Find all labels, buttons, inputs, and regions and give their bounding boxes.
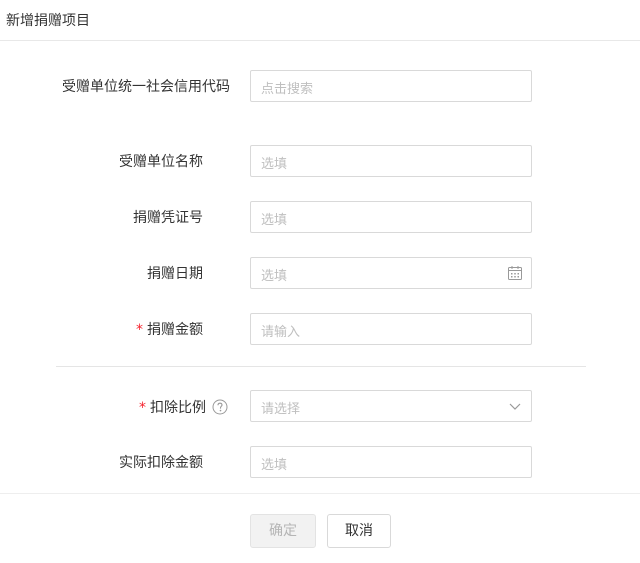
chevron-down-icon: [507, 398, 523, 414]
dialog-header: 新增捐赠项目: [0, 0, 640, 41]
form-divider: [56, 366, 586, 367]
donation-amount-label-text: 捐赠金额: [147, 322, 203, 338]
voucher-no-placeholder: 选填: [261, 213, 288, 228]
question-circle-icon[interactable]: [212, 399, 228, 421]
voucher-no-label: 捐赠凭证号: [0, 208, 203, 228]
footer-divider: [0, 493, 640, 494]
deduction-ratio-label-text: 扣除比例: [150, 400, 206, 416]
voucher-no-label-text: 捐赠凭证号: [133, 210, 203, 226]
donation-amount-label: * 捐赠金额: [0, 320, 203, 340]
required-mark: *: [136, 322, 143, 338]
cancel-button[interactable]: 取消: [327, 514, 391, 548]
credit-code-search-field[interactable]: 点击搜索: [250, 70, 532, 102]
credit-code-label: 受赠单位统一社会信用代码: [0, 77, 230, 97]
recipient-name-label-text: 受赠单位名称: [119, 154, 203, 170]
dialog-title: 新增捐赠项目: [6, 13, 90, 29]
recipient-name-label: 受赠单位名称: [0, 152, 203, 172]
recipient-name-input[interactable]: 选填: [250, 145, 532, 177]
donation-date-picker[interactable]: 选填: [250, 257, 532, 289]
donation-amount-input[interactable]: 请输入: [250, 313, 532, 345]
calendar-icon[interactable]: [507, 265, 523, 281]
donation-date-label-text: 捐赠日期: [147, 266, 203, 282]
donation-date-placeholder: 选填: [261, 269, 288, 284]
actual-deduction-placeholder: 选填: [261, 458, 288, 473]
donation-date-label: 捐赠日期: [0, 264, 203, 284]
credit-code-placeholder: 点击搜索: [261, 82, 314, 97]
recipient-name-placeholder: 选填: [261, 157, 288, 172]
add-donation-dialog: 新增捐赠项目 受赠单位统一社会信用代码 点击搜索 受赠单位名称 选填 捐赠凭证号…: [0, 0, 640, 563]
deduction-ratio-select[interactable]: 请选择: [250, 390, 532, 422]
deduction-ratio-label: * 扣除比例: [0, 398, 228, 421]
donation-amount-placeholder: 请输入: [261, 325, 301, 340]
voucher-no-input[interactable]: 选填: [250, 201, 532, 233]
actual-deduction-label: 实际扣除金额: [0, 453, 203, 473]
confirm-button[interactable]: 确定: [250, 514, 316, 548]
actual-deduction-input[interactable]: 选填: [250, 446, 532, 478]
deduction-ratio-placeholder: 请选择: [261, 402, 301, 417]
credit-code-label-text: 受赠单位统一社会信用代码: [62, 79, 230, 95]
required-mark: *: [139, 400, 146, 416]
actual-deduction-label-text: 实际扣除金额: [119, 455, 203, 471]
